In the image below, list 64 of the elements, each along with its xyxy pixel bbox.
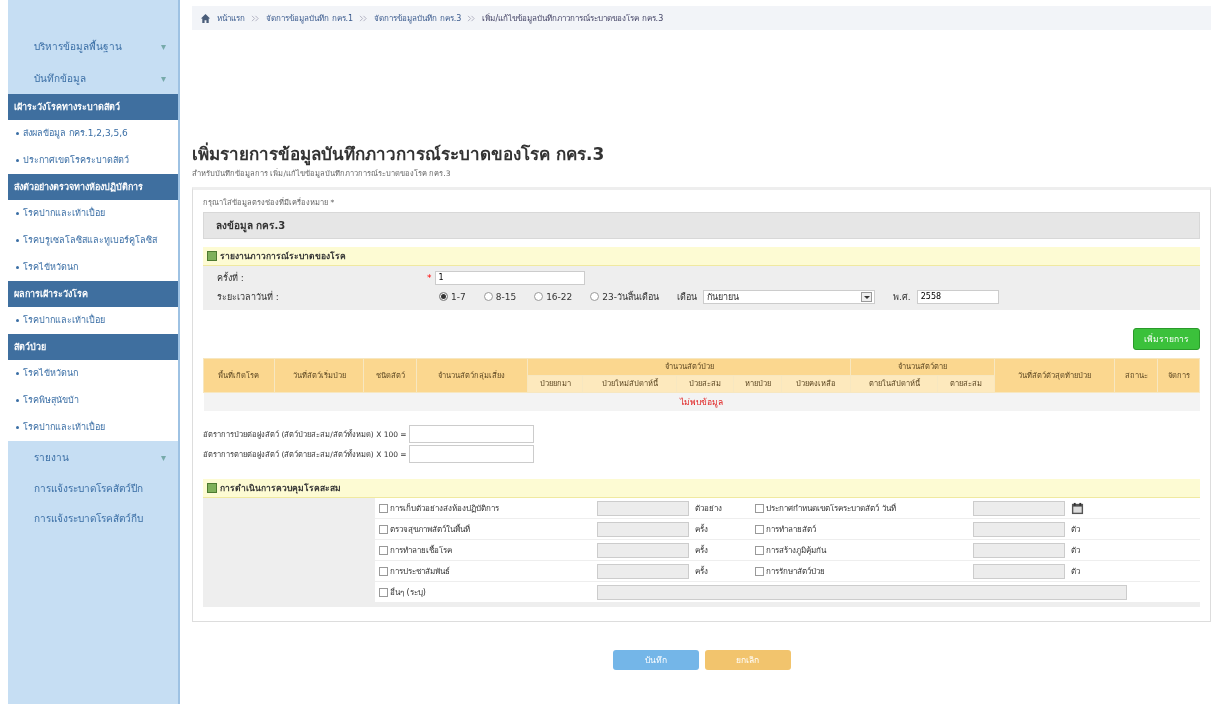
section-title: รายงานภาวการณ์ระบาดของโรค bbox=[220, 250, 346, 263]
control-checkbox[interactable]: การสร้างภูมิคุ้มกัน bbox=[751, 543, 973, 557]
sidebar-section-header: เฝ้าระวังโรคทางระบาดสัตว์ bbox=[8, 94, 178, 120]
period-radio[interactable]: 23-วันสิ้นเดือน bbox=[590, 289, 659, 304]
calendar-icon[interactable] bbox=[1071, 501, 1084, 515]
round-input[interactable]: 1 bbox=[434, 270, 585, 285]
page-title: เพิ่มรายการข้อมูลบันทึกภาวการณ์ระบาดของโรค กคร.3 bbox=[192, 141, 606, 167]
breadcrumb-link[interactable]: หน้าแรก bbox=[217, 11, 245, 25]
sidebar-menu-group[interactable]: บันทึกข้อมูล ▾ bbox=[8, 62, 178, 94]
sidebar-item[interactable]: ส่งผลข้อมูล กคร.1,2,3,5,6 bbox=[8, 120, 178, 147]
section-title: การดำเนินการควบคุมโรคสะสม bbox=[220, 482, 341, 495]
unit-label: ตัว bbox=[1070, 523, 1081, 536]
month-select[interactable]: กันยายน bbox=[703, 289, 875, 304]
control-checkbox[interactable]: อื่นๆ (ระบุ) bbox=[375, 585, 597, 599]
chevron-icon bbox=[251, 14, 260, 22]
field-label: ครั้งที่ : bbox=[216, 271, 245, 285]
year-input[interactable]: 2558 bbox=[916, 289, 999, 304]
control-checkbox[interactable]: ตรวจสุขภาพสัตว์ในพื้นที่ bbox=[375, 522, 597, 536]
sidebar-item[interactable]: การแจ้งระบาดโรคสัตว์กีบ bbox=[8, 503, 178, 533]
breadcrumb-link[interactable]: จัดการข้อมูลบันทึก กคร.1 bbox=[266, 11, 354, 25]
sidebar-item[interactable]: โรคไข้หวัดนก bbox=[8, 360, 178, 387]
sidebar-item[interactable]: การแจ้งระบาดโรคสัตว์ปีก bbox=[8, 473, 178, 503]
chevron-icon bbox=[467, 14, 477, 22]
sidebar-section-header: สัตว์ป่วย bbox=[8, 334, 178, 360]
period-radio[interactable]: 1-7 bbox=[439, 291, 466, 302]
period-radio[interactable]: 16-22 bbox=[534, 291, 573, 302]
unit-label: ตัว bbox=[1070, 565, 1081, 578]
breadcrumb-link[interactable]: จัดการข้อมูลบันทึก กคร.3 bbox=[374, 11, 462, 25]
sidebar-section-header: ผลการเฝ้าระวังโรค bbox=[8, 281, 178, 307]
period-radio[interactable]: 8-15 bbox=[483, 291, 517, 302]
unit-label: ครั้ง bbox=[694, 544, 709, 557]
unit-label: ตัวอย่าง bbox=[694, 502, 723, 515]
control-checkbox[interactable]: ประกาศกำหนดเขตโรคระบาดสัตว์ วันที่ bbox=[751, 501, 973, 515]
panel-header: ลงข้อมูล กคร.3 bbox=[203, 212, 1200, 239]
rate-input[interactable] bbox=[408, 445, 534, 463]
control-checkbox[interactable]: การเก็บตัวอย่างส่งห้องปฏิบัติการ bbox=[375, 501, 597, 515]
dropdown-icon bbox=[861, 291, 872, 302]
control-checkbox[interactable]: การประชาสัมพันธ์ bbox=[375, 564, 597, 578]
sidebar-section-header: ส่งตัวอย่างตรวจทางห้องปฏิบัติการ bbox=[8, 174, 178, 200]
field-label: ระยะเวลาวันที่ : bbox=[216, 290, 280, 304]
sidebar-menu-group[interactable]: บริหารข้อมูลพื้นฐาน ▾ bbox=[8, 30, 178, 62]
field-label: พ.ศ. bbox=[893, 290, 911, 304]
control-checkbox[interactable]: การทำลายเชื้อโรค bbox=[375, 543, 597, 557]
unit-label: ครั้ง bbox=[694, 565, 709, 578]
sidebar-item[interactable]: โรคปากและเท้าเปื่อย bbox=[8, 414, 178, 441]
sidebar-menu-group[interactable]: รายงาน ▾ bbox=[8, 441, 178, 473]
sidebar-item[interactable]: โรคไข้หวัดนก bbox=[8, 254, 178, 281]
home-icon bbox=[200, 12, 211, 24]
edit-icon bbox=[207, 251, 217, 261]
sidebar-item[interactable]: โรคพิษสุนัขบ้า bbox=[8, 387, 178, 414]
sidebar-item[interactable]: โรคปากและเท้าเปื่อย bbox=[8, 200, 178, 227]
empty-message: ไม่พบข้อมูล bbox=[680, 397, 723, 407]
chevron-icon bbox=[359, 14, 369, 22]
sidebar-item[interactable]: โรคบรูเซลโลซิสและทูเบอร์คูโลซิส bbox=[8, 227, 178, 254]
field-label: เดือน bbox=[677, 290, 697, 304]
edit-icon bbox=[207, 483, 217, 493]
control-checkbox[interactable]: การรักษาสัตว์ป่วย bbox=[751, 564, 973, 578]
sidebar-item[interactable]: โรคปากและเท้าเปื่อย bbox=[8, 307, 178, 334]
sidebar-item[interactable]: ประกาศเขตโรคระบาดสัตว์ bbox=[8, 147, 178, 174]
required-mark: * bbox=[427, 272, 432, 283]
rate-input[interactable] bbox=[408, 425, 534, 443]
unit-label: ครั้ง bbox=[694, 523, 709, 536]
control-checkbox[interactable]: การทำลายสัตว์ bbox=[751, 522, 973, 536]
unit-label: ตัว bbox=[1070, 544, 1081, 557]
